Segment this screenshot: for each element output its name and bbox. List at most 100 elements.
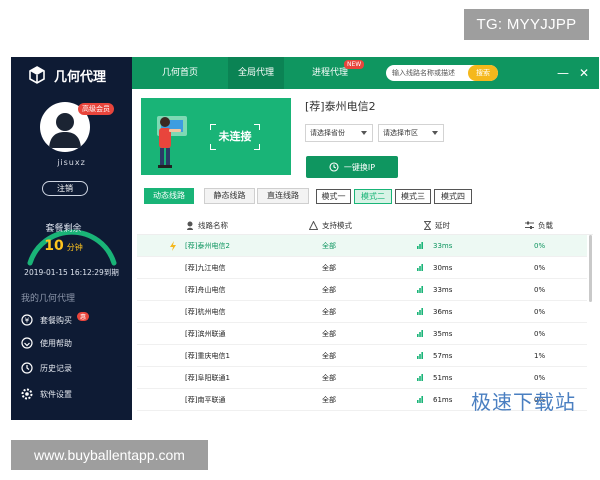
- line-latency: 51ms: [433, 374, 453, 382]
- header-label: 线路名称: [198, 221, 228, 230]
- watermark-bottom: www.buyballentapp.com: [11, 440, 208, 470]
- signal-icon: [417, 396, 423, 403]
- table-header: 线路名称 支持模式 延时 负载: [137, 216, 593, 235]
- line-load: 0%: [534, 286, 546, 294]
- line-latency: 61ms: [433, 396, 453, 404]
- signal-icon: [417, 242, 423, 249]
- help-icon: [21, 337, 33, 349]
- signal-icon: [417, 308, 423, 315]
- signal-icon: [417, 264, 423, 271]
- mode-3-button[interactable]: 模式三: [395, 189, 431, 204]
- signal-icon: [417, 352, 423, 359]
- line-name: [荐]重庆电信1: [185, 352, 230, 360]
- header-label: 支持模式: [322, 221, 352, 230]
- province-select[interactable]: 请选择省份: [305, 124, 373, 142]
- table-row[interactable]: [荐]舟山电信 全部 33ms 0%: [137, 279, 587, 301]
- new-badge: NEW: [344, 60, 365, 69]
- current-line-title: [荐]泰州电信2: [305, 100, 376, 113]
- sidebar-item-history[interactable]: 历史记录: [21, 360, 72, 376]
- line-latency: 30ms: [433, 264, 453, 272]
- minimize-icon[interactable]: —: [556, 65, 570, 81]
- app-window: 几何代理 高级会员 jisuxz 注销 套餐剩余 10 分钟 2019-01-15…: [11, 57, 599, 420]
- sidebar-item-package[interactable]: ¥ 套餐购买 惠: [21, 312, 90, 328]
- app-logo: 几何代理: [28, 65, 106, 85]
- mode-4-button[interactable]: 模式四: [434, 189, 472, 204]
- search-box: 搜索: [386, 65, 498, 81]
- plan-number: 10: [44, 238, 64, 254]
- line-latency: 57ms: [433, 352, 453, 360]
- line-mode: 全部: [322, 308, 336, 316]
- logout-button[interactable]: 注销: [42, 181, 88, 196]
- line-name: [荐]九江电信: [185, 264, 226, 272]
- line-load: 0%: [534, 330, 546, 338]
- col-mode[interactable]: 支持模式: [309, 216, 352, 235]
- sidebar-item-settings[interactable]: 软件设置: [21, 386, 72, 402]
- line-mode: 全部: [322, 396, 336, 404]
- line-mode: 全部: [322, 330, 336, 338]
- line-load: 1%: [534, 352, 546, 360]
- line-load: 0%: [534, 308, 546, 316]
- line-latency: 36ms: [433, 308, 453, 316]
- sidebar-item-label: 历史记录: [40, 363, 72, 373]
- table-row[interactable]: [荐]杭州电信 全部 36ms 0%: [137, 301, 587, 323]
- switch-ip-button[interactable]: 一键换IP: [306, 156, 398, 178]
- line-mode: 全部: [322, 242, 336, 250]
- section-label: 我的几何代理: [21, 294, 76, 304]
- tab-static-lines[interactable]: 静态线路: [204, 188, 255, 204]
- expire-time: 2019-01-15 16:12:29到期: [24, 268, 119, 277]
- table-row[interactable]: [荐]重庆电信1 全部 57ms 1%: [137, 345, 587, 367]
- col-latency[interactable]: 延时: [424, 216, 450, 235]
- col-load[interactable]: 负载: [525, 216, 553, 235]
- table-row[interactable]: [荐]九江电信 全部 30ms 0%: [137, 257, 587, 279]
- line-name: [荐]泰州电信2: [185, 242, 230, 250]
- cube-logo-icon: [29, 66, 45, 84]
- line-latency: 33ms: [433, 286, 453, 294]
- line-name: [荐]阜阳联通1: [185, 374, 230, 382]
- line-mode: 全部: [322, 352, 336, 360]
- sidebar-item-label: 套餐购买: [40, 315, 72, 325]
- search-input[interactable]: [392, 65, 466, 81]
- svg-text:¥: ¥: [25, 317, 30, 325]
- col-name[interactable]: 线路名称: [186, 216, 228, 235]
- lightning-icon: [170, 241, 176, 251]
- table-row[interactable]: [荐]滨州联通 全部 35ms 0%: [137, 323, 587, 345]
- tab-dynamic-lines[interactable]: 动态线路: [144, 188, 194, 204]
- line-load: 0%: [534, 264, 546, 272]
- signal-icon: [417, 330, 423, 337]
- site-watermark: 极速下载站: [471, 390, 576, 414]
- line-name: [荐]南平联通: [185, 396, 226, 404]
- connection-status: 未连接: [218, 130, 252, 143]
- table-scrollbar[interactable]: [589, 235, 592, 302]
- signal-icon: [417, 286, 423, 293]
- header-label: 延时: [435, 221, 450, 230]
- sliders-icon: [525, 221, 534, 229]
- plan-label: 套餐剩余: [45, 224, 82, 234]
- watermark-top: TG: MYYJJPP: [464, 9, 589, 40]
- tab-direct-lines[interactable]: 直连线路: [257, 188, 309, 204]
- close-icon[interactable]: ✕: [577, 65, 591, 81]
- switch-ip-label: 一键换IP: [343, 162, 376, 172]
- tab-home[interactable]: 几何首页: [154, 57, 206, 89]
- plan-unit: 分钟: [66, 243, 83, 252]
- person-illustration-icon: [157, 116, 187, 168]
- mode-1-button[interactable]: 模式一: [316, 189, 351, 204]
- tab-global-proxy[interactable]: 全局代理: [228, 57, 284, 89]
- table-row[interactable]: [荐]泰州电信2 全部 33ms 0%: [137, 235, 587, 257]
- connection-banner[interactable]: 未连接: [141, 98, 291, 175]
- sidebar-item-help[interactable]: 使用帮助: [21, 335, 72, 351]
- header-label: 负载: [538, 221, 553, 230]
- username: jisuxz: [57, 158, 86, 167]
- line-mode: 全部: [322, 374, 336, 382]
- mode-2-button[interactable]: 模式二: [354, 189, 392, 204]
- location-icon: [187, 221, 193, 230]
- line-load: 0%: [534, 242, 546, 250]
- line-mode: 全部: [322, 264, 336, 272]
- sidebar-item-label: 软件设置: [40, 389, 72, 399]
- city-select[interactable]: 请选择市区: [378, 124, 444, 142]
- search-button[interactable]: 搜索: [468, 65, 498, 81]
- discount-badge: 惠: [77, 312, 90, 321]
- package-icon: ¥: [21, 314, 33, 326]
- refresh-icon: [329, 162, 339, 172]
- line-mode: 全部: [322, 286, 336, 294]
- mode-icon: [309, 221, 318, 230]
